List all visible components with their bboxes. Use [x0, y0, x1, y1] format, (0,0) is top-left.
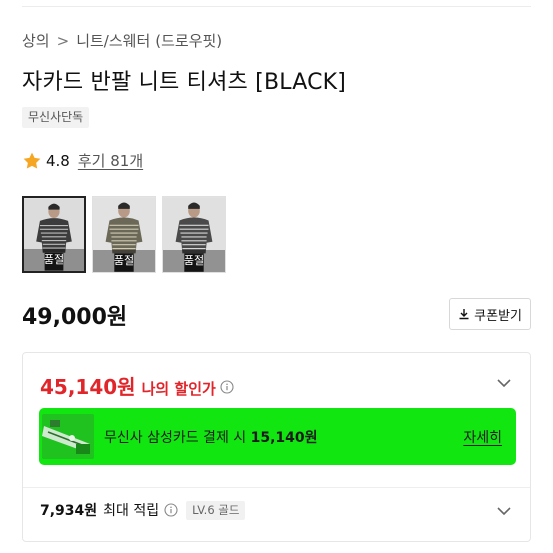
- top-divider: [22, 6, 531, 7]
- info-icon[interactable]: [220, 380, 234, 394]
- card-promo-image: [42, 414, 94, 459]
- info-icon[interactable]: [164, 503, 178, 517]
- section-divider: [23, 487, 530, 488]
- rating-score: 4.8: [46, 151, 70, 170]
- breadcrumb-item-category[interactable]: 니트/스웨터: [76, 30, 150, 51]
- card-promo-text: 무신사 삼성카드 결제 시 15,140원: [104, 429, 318, 446]
- samsung-card-banner[interactable]: 무신사 삼성카드 결제 시 15,140원 자세히: [39, 408, 516, 465]
- coupon-button[interactable]: 쿠폰받기: [449, 298, 531, 330]
- sale-label: 나의 할인가: [141, 380, 216, 398]
- sale-price-row[interactable]: 45,140원 나의 할인가: [40, 371, 234, 400]
- breadcrumb: 상의 > 니트/스웨터 (드로우핏): [22, 30, 222, 51]
- breadcrumb-item-top[interactable]: 상의: [22, 30, 50, 51]
- thumbnail-3[interactable]: 품절: [162, 196, 226, 273]
- thumbnail-2[interactable]: 품절: [92, 196, 156, 273]
- discount-panel: 45,140원 나의 할인가 무신사 삼성카드 결제 시 15,140원 자세히: [22, 352, 531, 542]
- points-label: 최대 적립: [103, 503, 160, 519]
- points-amount: 7,934원: [40, 503, 98, 519]
- thumbnail-1[interactable]: 품절: [22, 196, 86, 273]
- chevron-down-icon[interactable]: [496, 503, 512, 519]
- soldout-label: 품절: [163, 250, 225, 272]
- card-detail-link[interactable]: 자세히: [463, 427, 502, 447]
- exclusive-tag: 무신사단독: [22, 107, 90, 128]
- soldout-label: 품절: [24, 249, 84, 271]
- rating: 4.8 후기 81개: [22, 150, 143, 171]
- chevron-down-icon[interactable]: [496, 375, 512, 391]
- sale-price: 45,140원: [40, 375, 136, 399]
- soldout-label: 품절: [93, 250, 155, 272]
- reviews-link[interactable]: 후기 81개: [78, 150, 143, 171]
- original-price: 49,000원: [22, 305, 128, 330]
- member-level-badge: LV.6 골드: [186, 500, 246, 520]
- coupon-button-label: 쿠폰받기: [474, 308, 522, 324]
- star-icon: [23, 152, 41, 168]
- download-icon: [459, 309, 469, 320]
- points-row[interactable]: 7,934원 최대 적립 LV.6 골드: [40, 500, 246, 520]
- thumbnail-list: 품절 품절 품절: [22, 196, 226, 273]
- breadcrumb-item-brand[interactable]: (드로우핏): [155, 30, 222, 51]
- product-title: 자카드 반팔 니트 티셔츠 [BLACK]: [22, 70, 347, 95]
- chevron-right-icon: >: [56, 31, 70, 50]
